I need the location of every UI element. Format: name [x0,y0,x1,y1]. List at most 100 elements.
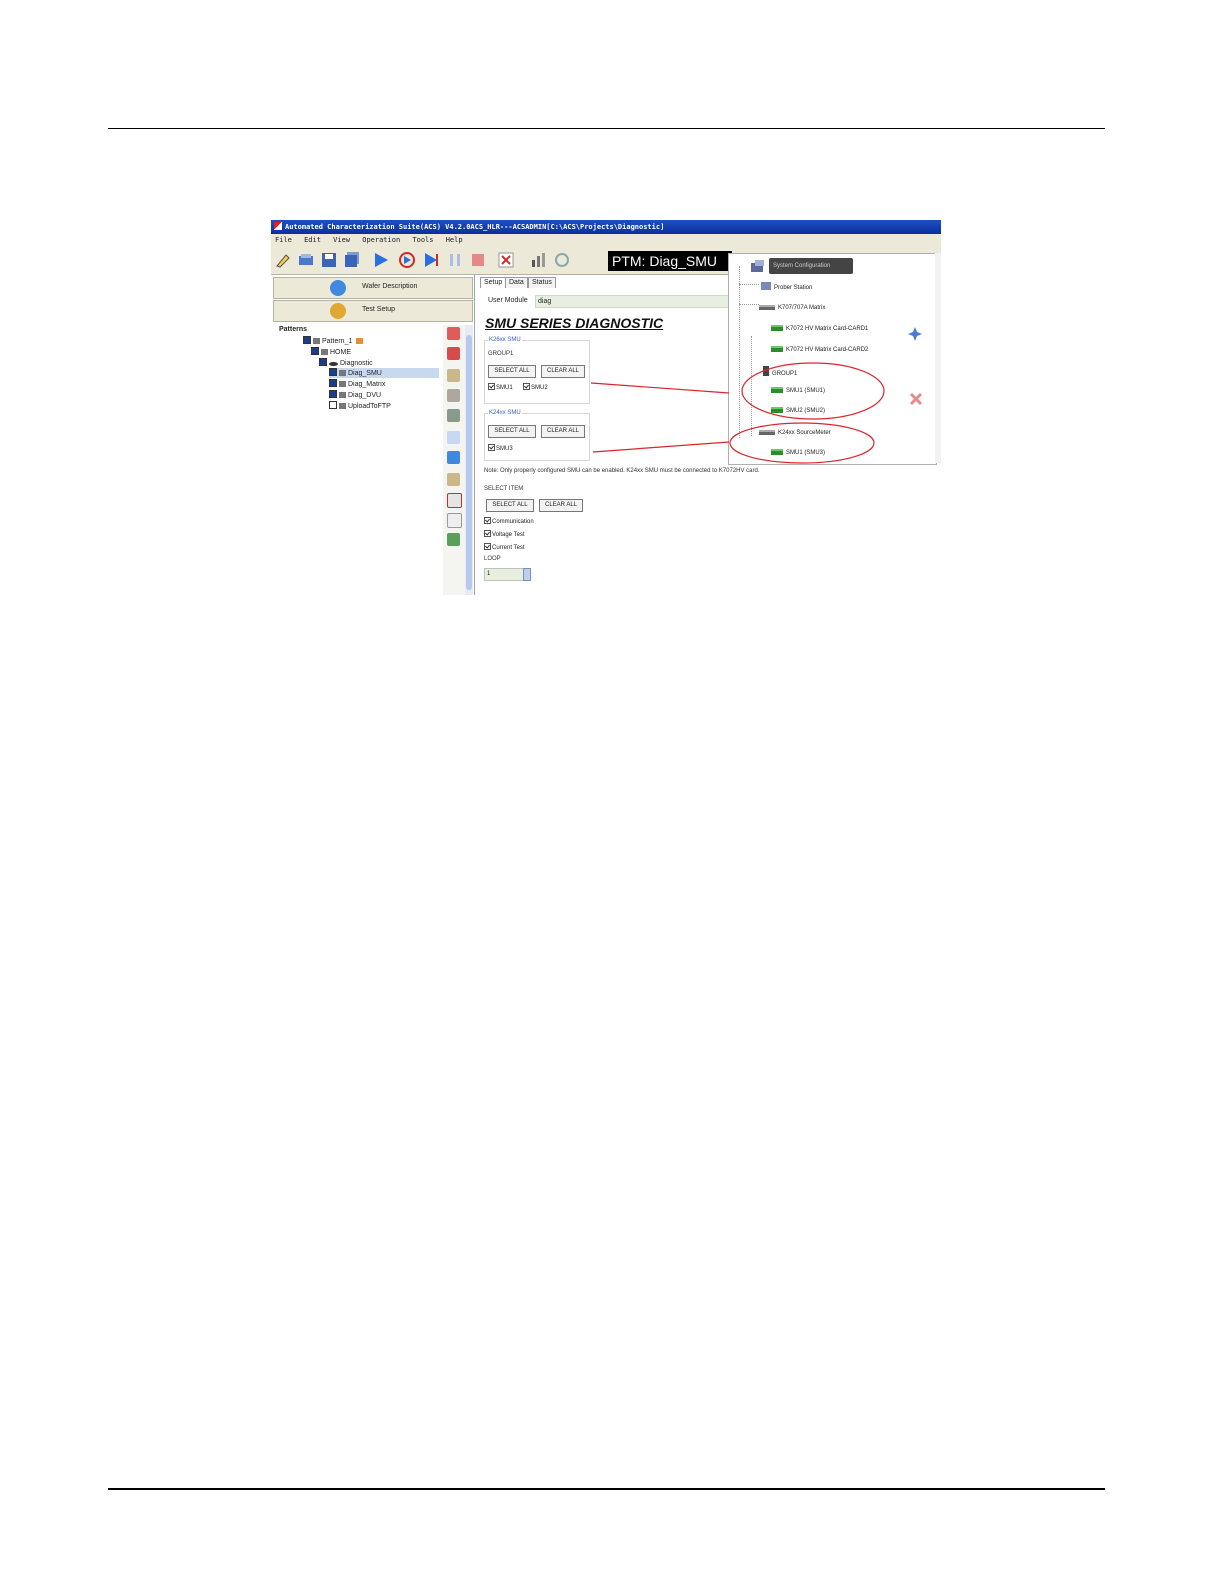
card-icon [771,325,783,331]
tree-item-diagnostic[interactable]: Diagnostic [319,358,373,368]
copy-icon[interactable] [447,513,462,528]
menu-tools[interactable]: Tools [412,236,433,244]
delete-icon[interactable] [447,493,462,508]
stm-icon[interactable] [447,347,460,360]
pause-icon[interactable] [446,251,464,269]
smu1-checkbox[interactable]: SMU1 [488,383,513,392]
checkbox-box[interactable] [484,517,491,524]
system-configuration-label[interactable]: System Configuration [769,258,853,274]
config-item-prober-station[interactable]: Prober Station [761,282,812,293]
current-test-checkbox[interactable]: Current Test [484,543,525,552]
checkbox-box[interactable] [484,543,491,550]
app-icon [274,222,282,230]
tab-data[interactable]: Data [505,277,528,288]
checkbox-box[interactable] [523,383,530,390]
page-title: SMU SERIES DIAGNOSTIC [485,315,664,331]
tab-setup[interactable]: Setup [480,277,507,288]
new-icon[interactable] [274,251,292,269]
config-item-label: SMU2 (SMU2) [786,408,826,414]
remove-icon[interactable] [909,392,923,406]
config-item-smu3[interactable]: SMU1 (SMU3) [771,448,825,458]
abort-icon[interactable] [497,251,515,269]
test-setup-button[interactable]: Test Setup [273,300,473,322]
config-item-smu1[interactable]: SMU1 (SMU1) [771,386,825,396]
select-all-items-button[interactable]: SELECT ALL [486,499,534,512]
smu3-checkbox[interactable]: SMU3 [488,444,513,453]
loop-spinner[interactable] [523,568,531,581]
card-icon [771,407,783,413]
menu-file[interactable]: File [275,236,292,244]
system-configuration-icon [751,260,764,272]
checkbox[interactable] [303,336,311,344]
menu-operation[interactable]: Operation [362,236,400,244]
itm-icon[interactable] [447,327,460,340]
instrument-icon[interactable] [447,409,460,422]
select-all-button[interactable]: SELECT ALL [488,365,536,378]
checkbox[interactable] [311,347,319,355]
checkbox[interactable] [329,390,337,398]
config-item-group1[interactable]: GROUP1 [763,366,797,379]
scroll-thumb[interactable] [466,335,472,590]
clear-all-items-button[interactable]: CLEAR ALL [539,499,583,512]
refresh-icon[interactable] [553,251,571,269]
tree-item-label: UploadToFTP [348,403,391,410]
checkbox-box[interactable] [488,383,495,390]
config-item-matrix[interactable]: K707/707A Matrix [759,303,825,313]
voltage-test-checkbox[interactable]: Voltage Test [484,530,525,539]
tree-item-patterns[interactable]: Patterns [279,325,307,335]
tree-item-home[interactable]: HOME [311,347,351,357]
prober-icon [761,282,771,290]
menu-edit[interactable]: Edit [304,236,321,244]
wafer-icon [330,280,346,296]
tree-item-diag-dvu[interactable]: Diag_DVU [329,390,381,400]
config-item-smu2[interactable]: SMU2 (SMU2) [771,406,825,416]
config-item-card1[interactable]: K7072 HV Matrix Card-CARD1 [771,324,868,334]
run-icon[interactable] [372,251,390,269]
stop-icon[interactable] [469,251,487,269]
add-icon[interactable] [907,326,923,342]
tree-item-diag-smu[interactable]: Diag_SMU [329,368,439,378]
communication-checkbox[interactable]: Communication [484,517,534,526]
module-icon [339,392,346,398]
checkbox-label: SMU2 [531,385,548,391]
save-all-icon[interactable] [343,251,361,269]
clear-all-button[interactable]: CLEAR ALL [541,425,585,438]
pattern-edit-icon[interactable] [447,369,460,382]
checkbox[interactable] [329,368,337,376]
tree-scrollbar[interactable] [465,325,473,595]
menu-help[interactable]: Help [446,236,463,244]
move-up-icon[interactable] [447,431,460,444]
k24xx-group: K24xx SMU SELECT ALL CLEAR ALL SMU3 [484,410,590,461]
edit-icon[interactable] [447,473,460,486]
tree-item-pattern-1[interactable]: Pattern_1 [303,336,365,346]
user-module-field[interactable]: diag [535,295,739,308]
run-step-icon[interactable] [422,251,440,269]
checkbox-box[interactable] [484,530,491,537]
clear-all-button[interactable]: CLEAR ALL [541,365,585,378]
smu2-checkbox[interactable]: SMU2 [523,383,548,392]
run-cycle-icon[interactable] [398,251,416,269]
test-setup-label: Test Setup [362,306,396,313]
tree-item-diag-matrix[interactable]: Diag_Matrix [329,379,385,389]
checkbox[interactable] [319,358,327,366]
move-down-icon[interactable] [447,451,460,464]
select-all-button[interactable]: SELECT ALL [488,425,536,438]
card-icon [771,449,783,455]
config-item-k24xx[interactable]: K24xx SourceMeter [759,428,831,438]
config-item-card2[interactable]: K7072 HV Matrix Card-CARD2 [771,345,868,355]
config-item-label: Prober Station [774,285,813,291]
menu-view[interactable]: View [333,236,350,244]
checkbox[interactable] [329,401,337,409]
tab-status[interactable]: Status [528,277,556,288]
tree-connector [739,266,740,438]
open-icon[interactable] [297,251,315,269]
tree-item-uploadtoftp[interactable]: UploadToFTP [329,401,391,411]
loop-input[interactable]: 1 [484,568,524,581]
device-edit-icon[interactable] [447,389,460,402]
checkbox-box[interactable] [488,444,495,451]
save-icon[interactable] [320,251,338,269]
wafer-description-button[interactable]: Wafer Description [273,277,473,299]
chart-icon[interactable] [529,251,547,269]
checkbox[interactable] [329,379,337,387]
cut-icon[interactable] [447,533,460,546]
